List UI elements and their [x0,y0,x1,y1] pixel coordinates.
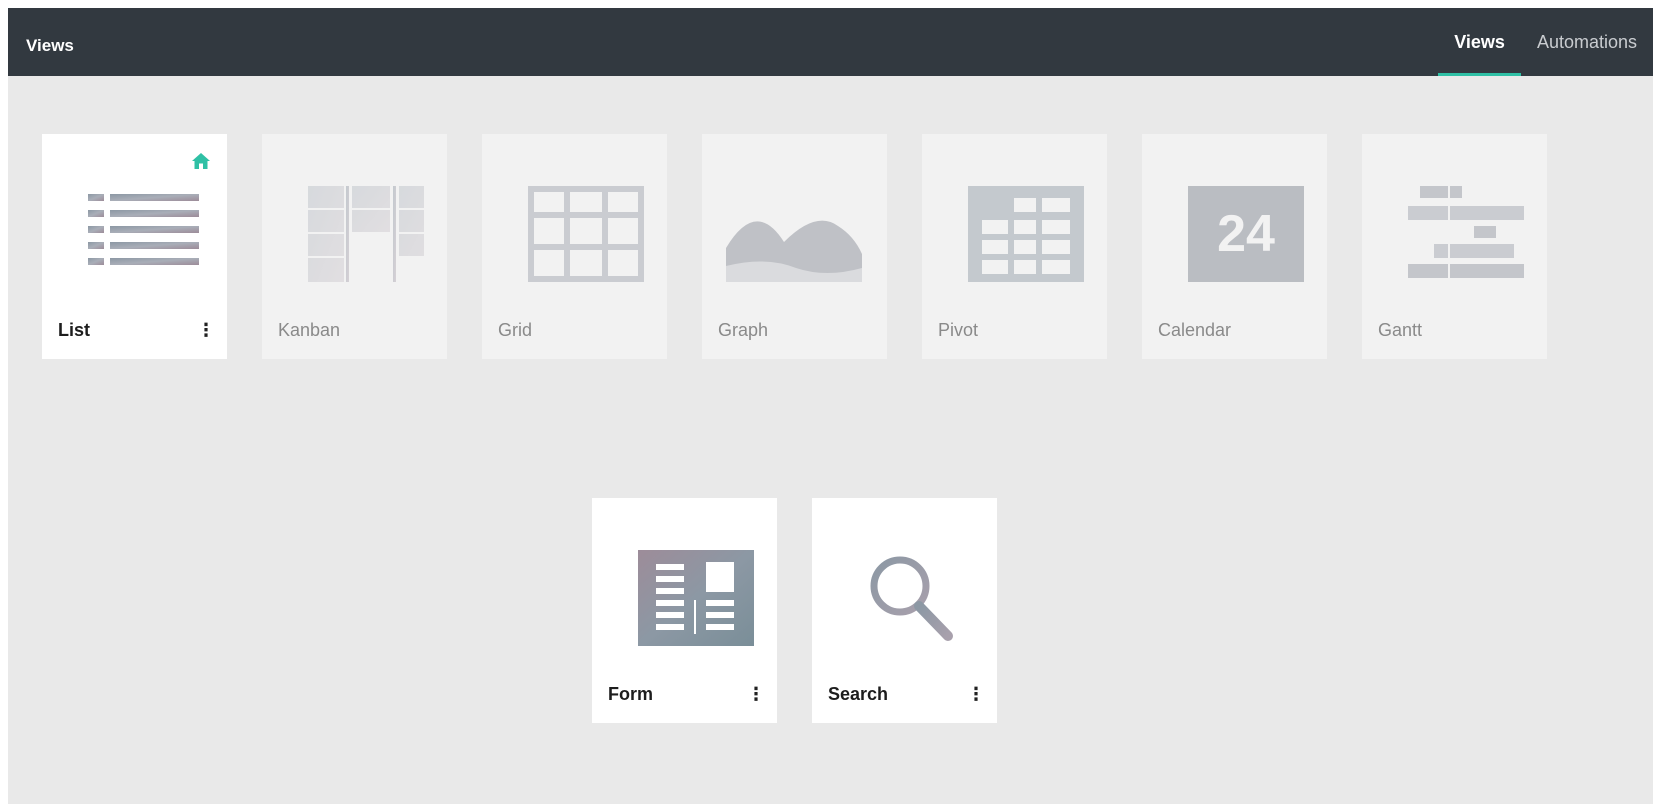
kebab-menu-icon[interactable]: ⋮ [747,684,765,704]
view-card-label: Pivot [938,320,979,340]
view-card-graph[interactable]: Graph [702,134,887,359]
tab-bar: Views Automations [1438,8,1653,76]
kebab-menu-icon[interactable]: ⋮ [967,684,985,704]
page-title: Views [26,36,74,55]
kebab-menu-icon[interactable]: ⋮ [197,320,215,340]
view-card-label: List [58,320,91,340]
view-card-label: Grid [498,320,533,340]
tab-views[interactable]: Views [1438,8,1521,76]
calendar-view-icon: 24 [1188,186,1304,282]
view-card-label: Form [608,684,653,704]
view-card-form[interactable]: Form ⋮ [592,498,777,723]
view-card-label: Calendar [1158,320,1232,340]
app-window: Views Views Automations List ⋮ Kanban Gr… [8,8,1653,804]
form-view-icon [638,550,754,646]
view-card-pivot[interactable]: Pivot [922,134,1107,359]
gantt-view-icon [1408,186,1524,282]
view-card-label: Kanban [278,320,341,340]
graph-view-icon [726,220,862,282]
grid-view-icon [528,186,644,282]
view-card-label: Graph [718,320,769,340]
view-card-calendar[interactable]: 24 Calendar [1142,134,1327,359]
tab-automations[interactable]: Automations [1521,8,1653,76]
kanban-view-icon [308,186,424,282]
view-card-grid[interactable]: Grid [482,134,667,359]
view-card-label: Gantt [1378,320,1423,340]
view-card-kanban[interactable]: Kanban [262,134,447,359]
view-card-label: Search [828,684,889,704]
pivot-view-icon [968,186,1084,282]
view-card-list[interactable]: List ⋮ [42,134,227,359]
list-view-icon [88,194,199,265]
home-icon [192,153,210,169]
view-card-gantt[interactable]: Gantt [1362,134,1547,359]
search-view-icon [870,556,953,641]
top-bar: Views Views Automations [8,8,1653,76]
calendar-day-number: 24 [1217,205,1275,263]
view-card-search[interactable]: Search ⋮ [812,498,997,723]
